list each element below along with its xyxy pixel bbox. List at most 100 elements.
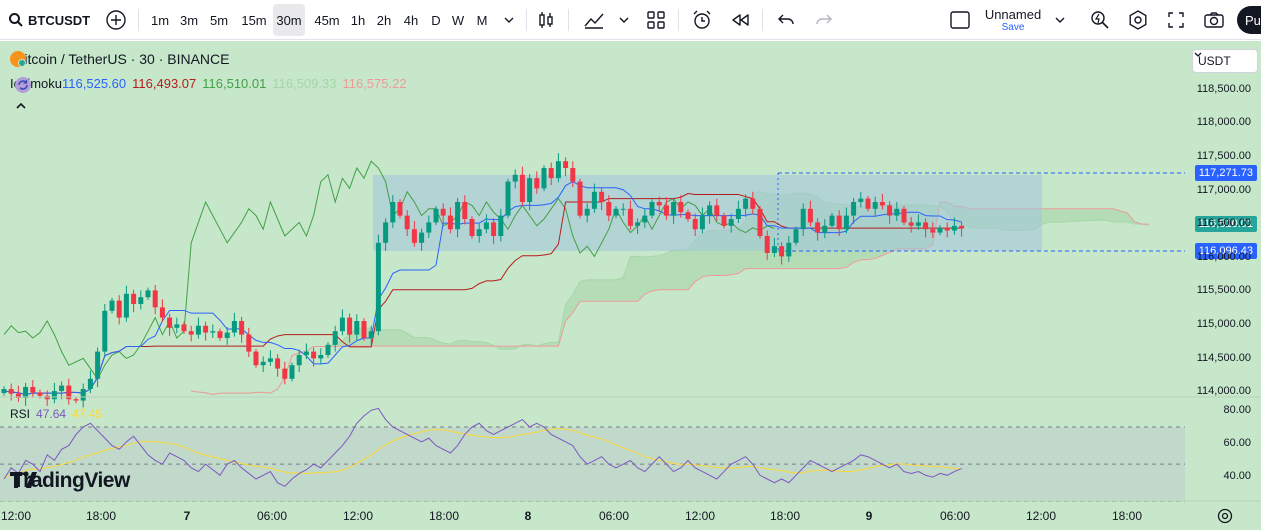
candle-body: [829, 215, 835, 226]
currency-select[interactable]: USDT: [1192, 49, 1258, 73]
time-tick-label: 12:00: [0, 509, 32, 523]
layout-title: Unnamed: [984, 7, 1042, 22]
candle-body: [469, 219, 475, 236]
candle-body: [203, 325, 209, 333]
timeframe-dropdown[interactable]: [498, 0, 520, 40]
time-tick-label: 06:00: [256, 509, 288, 523]
rewind-icon: [732, 14, 749, 26]
tradingview-watermark: TradingView: [10, 469, 130, 493]
candle-body: [87, 378, 93, 389]
timeframe-30m[interactable]: 30m: [273, 4, 305, 36]
chart-canvas[interactable]: [0, 41, 1261, 530]
candle-body: [519, 174, 525, 202]
candle-body: [887, 205, 893, 216]
candle-body: [354, 321, 360, 335]
layout-button[interactable]: [946, 0, 974, 40]
timeframe-5m[interactable]: 5m: [206, 4, 232, 36]
candle-body: [613, 208, 619, 216]
quick-search-icon: [1091, 11, 1109, 29]
settings-gear-icon: [1217, 508, 1233, 524]
publish-button[interactable]: Pu: [1237, 6, 1261, 34]
timeframe-15m[interactable]: 15m: [239, 4, 269, 36]
indicators-dropdown[interactable]: [614, 0, 634, 40]
grid-icon: [647, 11, 665, 29]
candle-body: [188, 331, 194, 335]
camera-icon: [1204, 12, 1224, 28]
chart-area[interactable]: Bitcoin / TetherUS · 30 · BINANCE Ichimo…: [0, 41, 1261, 530]
candle-body: [404, 215, 410, 230]
candle-body: [599, 191, 605, 202]
candle-body: [1, 389, 7, 394]
time-tick-label: 12:00: [342, 509, 374, 523]
timeframe-3m[interactable]: 3m: [176, 4, 202, 36]
candle-body: [80, 389, 86, 401]
ichimoku-legend[interactable]: Ichimoku 116,525.60 116,493.07 116,510.01 1…: [10, 76, 407, 93]
candle-body: [462, 202, 468, 219]
rsi-tick-label: 80.00: [1223, 404, 1251, 416]
layout-name[interactable]: Unnamed Save: [978, 0, 1048, 40]
chevron-up-icon: [16, 102, 26, 109]
candle-body: [908, 222, 914, 226]
replay-button[interactable]: [726, 0, 754, 40]
candle-body: [527, 178, 533, 202]
quick-search-button[interactable]: [1086, 0, 1114, 40]
timeframe-2h[interactable]: 2h: [373, 4, 395, 36]
rsi-value: 47.45: [72, 407, 103, 421]
candle-body: [894, 208, 900, 216]
candle-body: [642, 215, 648, 223]
candle-body: [210, 331, 216, 333]
candle-body: [815, 222, 821, 233]
candle-body: [879, 202, 885, 206]
candle-body: [800, 208, 806, 230]
candle-body: [663, 205, 669, 216]
rsi-legend[interactable]: RSI 47.64 47.45: [10, 407, 102, 421]
timeframe-4h[interactable]: 4h: [400, 4, 422, 36]
timeframe-W[interactable]: W: [449, 4, 467, 36]
snapshot-button[interactable]: [1200, 0, 1228, 40]
ichimoku-value: 116,493.07: [132, 76, 197, 91]
candle-body: [260, 361, 266, 366]
price-tick-label: 118,000.00: [1196, 116, 1251, 128]
timeframe-1h[interactable]: 1h: [348, 4, 368, 36]
templates-button[interactable]: [642, 0, 670, 40]
chart-type-button[interactable]: [532, 0, 560, 40]
candle-body: [275, 358, 281, 369]
timeframe-1m[interactable]: 1m: [148, 4, 172, 36]
redo-button[interactable]: [810, 0, 838, 40]
candle-body: [944, 227, 950, 231]
candle-body: [851, 202, 857, 216]
candle-body: [51, 391, 57, 400]
compare-button[interactable]: [102, 0, 130, 40]
ichimoku-value: 116,575.22: [342, 76, 407, 91]
candle-body: [656, 202, 662, 206]
candle-body: [771, 246, 777, 253]
candle-body: [8, 389, 14, 394]
rsi-label: RSI: [10, 407, 31, 421]
settings-button[interactable]: [1124, 0, 1152, 40]
timeframe-M[interactable]: M: [473, 4, 491, 36]
candle-body: [937, 227, 943, 233]
timeframe-D[interactable]: D: [429, 4, 443, 36]
alert-button[interactable]: [688, 0, 716, 40]
candle-body: [397, 202, 403, 216]
undo-button[interactable]: [772, 0, 800, 40]
candle-body: [707, 205, 713, 216]
symbol-search[interactable]: BTCUSDT: [8, 0, 92, 40]
fullscreen-button[interactable]: [1162, 0, 1190, 40]
candle-body: [339, 317, 345, 332]
publish-label: Pu: [1245, 12, 1261, 28]
timeframe-45m[interactable]: 45m: [311, 4, 343, 36]
ichimoku-value: 116,525.60: [62, 76, 127, 91]
candle-body: [728, 219, 734, 226]
candle-body: [505, 181, 511, 216]
candle-body: [743, 198, 749, 209]
candle-body: [685, 212, 691, 219]
candle-body: [915, 222, 921, 226]
candle-body: [145, 290, 151, 298]
layout-dropdown[interactable]: [1050, 0, 1070, 40]
candle-body: [577, 181, 583, 216]
candle-body: [311, 351, 317, 359]
candle-body: [375, 242, 381, 332]
candle-body: [858, 198, 864, 202]
indicators-button[interactable]: [580, 0, 608, 40]
